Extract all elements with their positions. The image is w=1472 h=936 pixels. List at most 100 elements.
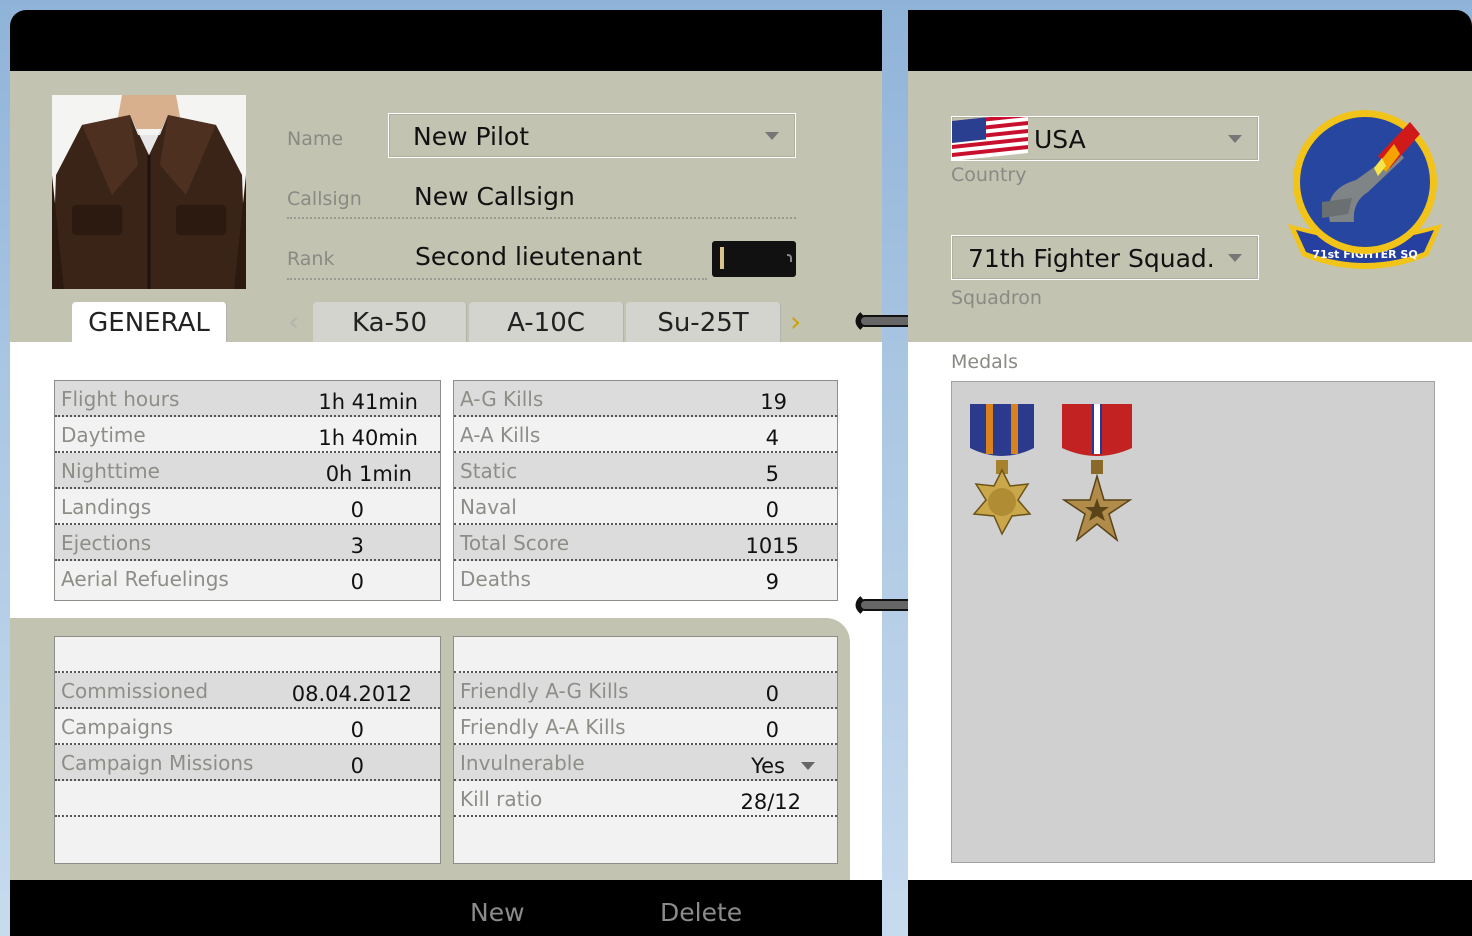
stat-label: Naval	[460, 495, 517, 519]
table-row: Kill ratio 28/12	[454, 781, 837, 817]
stat-value: 0	[350, 754, 364, 778]
stat-label: Invulnerable	[460, 751, 585, 775]
chevron-down-icon	[1228, 135, 1242, 143]
medals-box	[951, 381, 1435, 863]
table-row	[454, 637, 837, 673]
mission-settings-table: Friendly A-G Kills 0 Friendly A-A Kills 0 …	[453, 636, 838, 864]
stat-value: Yes	[751, 754, 785, 778]
chevron-down-icon	[1228, 254, 1242, 262]
stat-value: 19	[760, 390, 787, 414]
pilot-name-value: New Pilot	[413, 122, 529, 151]
table-row: Ejections 3	[55, 525, 440, 561]
bronze-star-medal-icon[interactable]	[1058, 404, 1136, 554]
rank-value: Second lieutenant	[415, 242, 643, 271]
combat-stats-table: A-G Kills 19 A-A Kills 4 Static 5 Naval 0 To…	[453, 380, 838, 601]
pilot-logbook-right-page: USA Country 71th Fighter Squad. Squadron…	[908, 10, 1472, 936]
stat-value: 1015	[745, 534, 799, 558]
stat-label: Friendly A-A Kills	[460, 715, 626, 739]
invulnerable-dropdown[interactable]: Invulnerable Yes	[454, 745, 837, 781]
tab-a-10c[interactable]: A-10C	[469, 302, 624, 342]
squadron-label: Squadron	[951, 287, 1042, 309]
table-row: Total Score 1015	[454, 525, 837, 561]
callsign-field[interactable]: New Callsign	[414, 182, 575, 211]
bottom-bar	[908, 880, 1472, 936]
stat-value: 0	[350, 718, 364, 742]
usa-flag-icon	[952, 117, 1028, 161]
squadron-dropdown[interactable]: 71th Fighter Squad.	[951, 235, 1259, 280]
stat-label: Ejections	[61, 531, 152, 555]
stat-label: Deaths	[460, 567, 531, 591]
table-row: Aerial Refuelings 0	[55, 561, 440, 597]
air-medal-icon[interactable]	[966, 404, 1038, 554]
stat-value: 4	[765, 426, 779, 450]
stat-value: 3	[350, 534, 364, 558]
stat-value: 0	[350, 570, 364, 594]
stat-label: Landings	[61, 495, 152, 519]
divider	[287, 278, 707, 280]
stat-label: Total Score	[460, 531, 570, 555]
stat-label: A-G Kills	[460, 387, 544, 411]
stat-label: Static	[460, 459, 518, 483]
stat-label: Flight hours	[61, 387, 180, 411]
medals-label: Medals	[951, 351, 1018, 373]
table-row: Commissioned 08.04.2012	[55, 673, 440, 709]
stat-value: 28/12	[740, 790, 801, 814]
career-table: Commissioned 08.04.2012 Campaigns 0 Campai…	[54, 636, 441, 864]
country-value: USA	[1034, 125, 1086, 154]
table-row: Static 5	[454, 453, 837, 489]
bottom-bar	[10, 880, 882, 936]
divider	[287, 217, 796, 219]
tab-scroll-left-icon[interactable]: ‹	[288, 308, 299, 336]
tab-su-25t[interactable]: Su-25T	[626, 302, 781, 342]
table-row: Daytime 1h 40min	[55, 417, 440, 453]
table-row: Friendly A-A Kills 0	[454, 709, 837, 745]
stat-label: Campaigns	[61, 715, 174, 739]
stat-value: 1h 40min	[318, 426, 418, 450]
stat-label: Aerial Refuelings	[61, 567, 229, 591]
top-bar	[908, 10, 1472, 71]
stat-label: Commissioned	[61, 679, 209, 703]
table-row: Landings 0	[55, 489, 440, 525]
callsign-label: Callsign	[287, 188, 362, 210]
rank-label: Rank	[287, 248, 335, 270]
stat-label: Campaign Missions	[61, 751, 254, 775]
stat-value: 0	[765, 498, 779, 522]
table-row	[55, 781, 440, 817]
chevron-down-icon	[801, 762, 815, 770]
table-row: Friendly A-G Kills 0	[454, 673, 837, 709]
table-row: Nighttime 0h 1min	[55, 453, 440, 489]
table-row: Campaign Missions 0	[55, 745, 440, 781]
squadron-value: 71th Fighter Squad.	[968, 244, 1215, 273]
table-row: Flight hours 1h 41min	[55, 381, 440, 417]
tab-ka-50[interactable]: Ka-50	[313, 302, 467, 342]
table-row	[55, 637, 440, 673]
stat-value: 1h 41min	[318, 390, 418, 414]
stat-label: A-A Kills	[460, 423, 541, 447]
stat-label: Nighttime	[61, 459, 160, 483]
stat-value: 08.04.2012	[291, 682, 412, 706]
tab-scroll-right-icon[interactable]: ›	[790, 308, 801, 336]
new-button[interactable]: New	[470, 898, 525, 927]
table-row: A-A Kills 4	[454, 417, 837, 453]
stat-value: 9	[765, 570, 779, 594]
table-row: Campaigns 0	[55, 709, 440, 745]
table-row: Naval 0	[454, 489, 837, 525]
squadron-emblem-icon: 71st FIGHTER SQ	[1288, 110, 1442, 269]
country-dropdown[interactable]: USA	[951, 116, 1259, 161]
rank-insignia-icon	[712, 241, 796, 277]
stat-label: Kill ratio	[460, 787, 543, 811]
pilot-portrait[interactable]	[52, 95, 246, 289]
stat-value: 0	[350, 498, 364, 522]
stat-value: 5	[765, 462, 779, 486]
stat-value: 0h 1min	[325, 462, 412, 486]
pilot-name-dropdown[interactable]: New Pilot	[388, 113, 796, 158]
top-bar	[10, 10, 882, 71]
tab-general[interactable]: GENERAL	[72, 302, 227, 342]
table-row: Deaths 9	[454, 561, 837, 597]
flight-stats-table: Flight hours 1h 41min Daytime 1h 40min Nig…	[54, 380, 441, 601]
chevron-down-icon	[765, 132, 779, 140]
stat-value: 0	[765, 682, 779, 706]
delete-button[interactable]: Delete	[660, 898, 742, 927]
stat-label: Friendly A-G Kills	[460, 679, 629, 703]
stat-label: Daytime	[61, 423, 146, 447]
